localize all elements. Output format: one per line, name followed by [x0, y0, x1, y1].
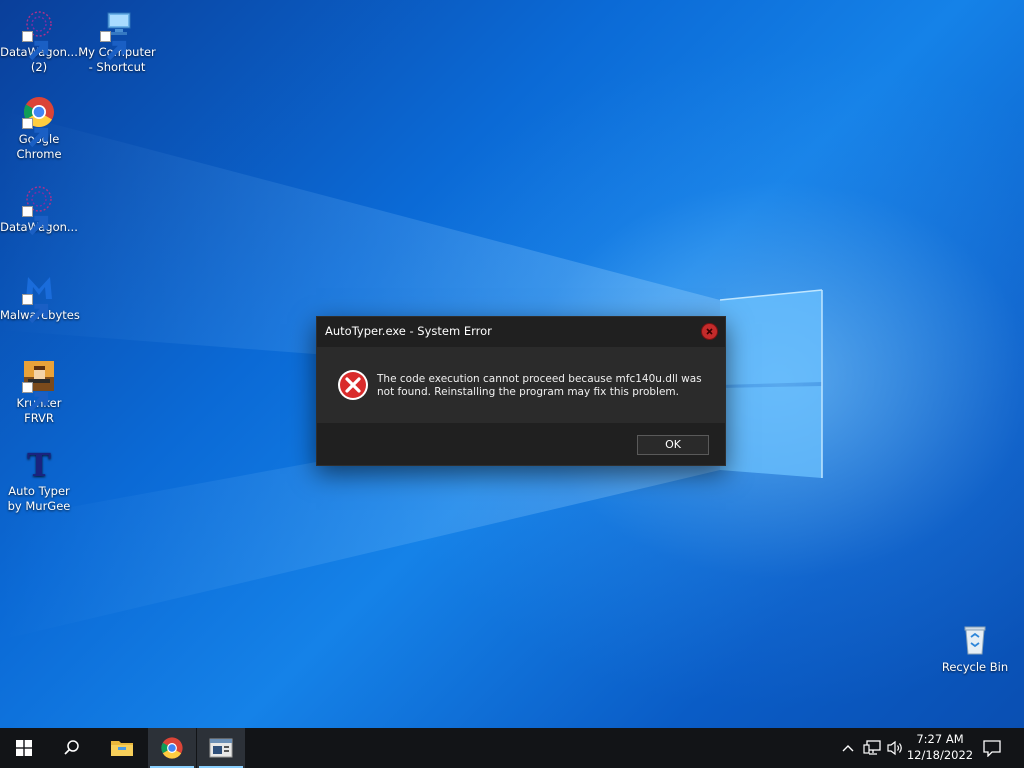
shortcut-arrow-icon: [100, 31, 127, 61]
close-button[interactable]: [702, 324, 717, 339]
clock-time: 7:27 AM: [916, 732, 964, 746]
show-hidden-icons-button[interactable]: [838, 728, 858, 768]
window-icon: [209, 738, 233, 758]
file-explorer-button[interactable]: [98, 728, 146, 768]
desktop-icon-google-chrome[interactable]: Google Chrome: [0, 95, 78, 162]
taskbar: 7:27 AM 12/18/2022: [0, 728, 1024, 768]
malwarebytes-icon: [22, 271, 56, 324]
shortcut-arrow-icon: [22, 382, 49, 412]
desktop-icon-datawagon-2[interactable]: DataWagon... (2): [0, 8, 78, 75]
datawagon-icon: [22, 183, 56, 236]
computer-icon: [100, 8, 134, 61]
shortcut-arrow-icon: [22, 118, 49, 148]
shortcut-arrow-icon: [22, 294, 49, 324]
recycle-bin-icon: [958, 623, 992, 657]
dialog-title: AutoTyper.exe - System Error: [325, 324, 492, 338]
window-taskbar-button[interactable]: [197, 728, 245, 768]
notification-icon: [983, 739, 1001, 757]
desktop-icon-recycle-bin[interactable]: Recycle Bin: [936, 623, 1014, 675]
system-error-dialog: AutoTyper.exe - System Error The code ex…: [316, 316, 726, 466]
file-explorer-icon: [111, 741, 133, 756]
close-icon: [706, 328, 713, 335]
desktop-icon-auto-typer[interactable]: T Auto Typer by MurGee: [0, 447, 78, 514]
taskbar-clock[interactable]: 7:27 AM 12/18/2022: [902, 731, 978, 763]
shortcut-arrow-icon: [22, 31, 49, 61]
dialog-titlebar[interactable]: AutoTyper.exe - System Error: [317, 317, 725, 347]
chevron-up-icon: [842, 745, 854, 752]
start-button[interactable]: [0, 728, 48, 768]
autotyper-icon: T: [22, 447, 56, 481]
ok-button[interactable]: OK: [637, 435, 709, 455]
desktop-icon-datawagon[interactable]: DataWagon...: [0, 183, 78, 236]
clock-date: 12/18/2022: [906, 748, 974, 762]
svg-text:T: T: [27, 447, 51, 481]
error-message: The code execution cannot proceed becaus…: [377, 373, 702, 398]
krunker-icon: [22, 359, 56, 412]
chrome-icon: [161, 737, 183, 759]
dialog-body: The code execution cannot proceed becaus…: [317, 347, 725, 423]
desktop-icon-krunker[interactable]: Krunker FRVR: [0, 359, 78, 426]
datawagon-icon: [22, 8, 56, 61]
search-icon: [64, 740, 79, 755]
search-button[interactable]: [48, 728, 96, 768]
network-icon: [863, 740, 881, 755]
network-button[interactable]: [860, 728, 884, 768]
error-icon: [338, 370, 368, 400]
chrome-taskbar-button[interactable]: [148, 728, 196, 768]
desktop-icon-my-computer[interactable]: My Computer - Shortcut: [78, 8, 156, 75]
desktop-icon-malwarebytes[interactable]: Malwarebytes: [0, 271, 80, 324]
start-icon: [16, 740, 32, 756]
shortcut-arrow-icon: [22, 206, 49, 236]
chrome-icon: [22, 95, 56, 148]
action-center-button[interactable]: [980, 728, 1004, 768]
desktop-icon-label: Recycle Bin: [941, 660, 1009, 674]
desktop-icon-label: Auto Typer by MurGee: [7, 484, 71, 513]
